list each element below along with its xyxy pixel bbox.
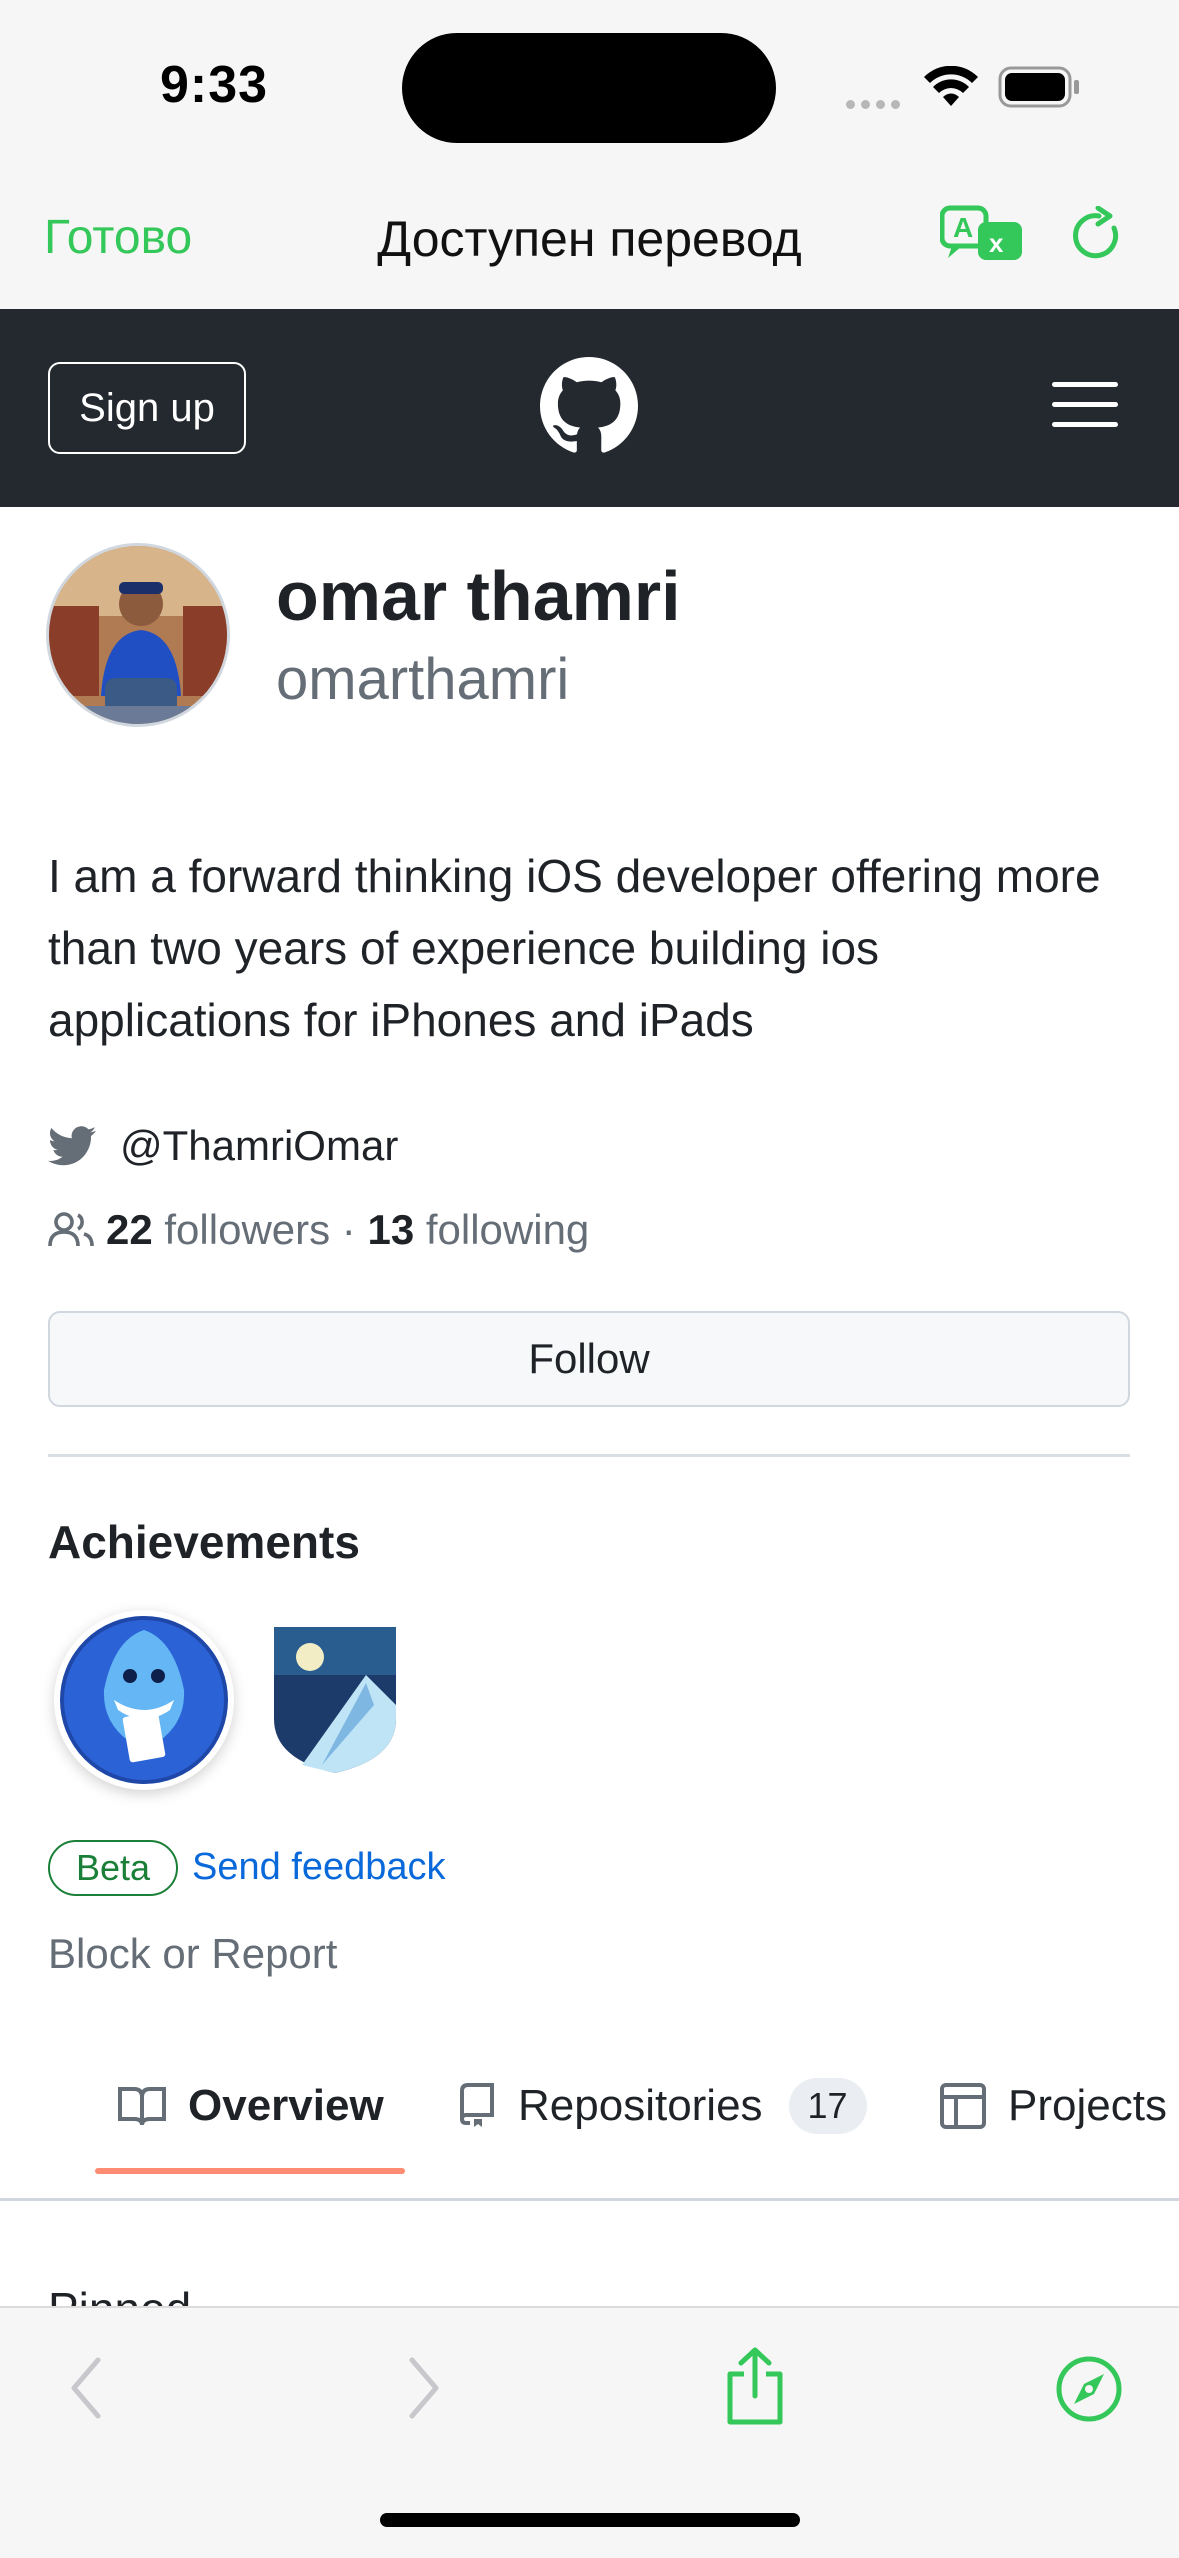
- following-label[interactable]: following: [426, 1206, 589, 1254]
- tab-overview[interactable]: Overview: [118, 2076, 384, 2136]
- avatar-photo: [49, 546, 227, 724]
- separator-dot: ·: [341, 1206, 356, 1253]
- following-count[interactable]: 13: [367, 1206, 414, 1254]
- tab-repositories[interactable]: Repositories 17: [456, 2076, 867, 2136]
- pull-shark-badge[interactable]: [54, 1610, 234, 1790]
- selected-tab-indicator: [95, 2168, 405, 2174]
- arctic-code-vault-badge[interactable]: [262, 1615, 408, 1785]
- status-time: 9:33: [160, 56, 269, 114]
- twitter-handle: @ThamriOmar: [120, 1122, 399, 1169]
- avatar: [46, 543, 230, 727]
- achievements-title: Achievements: [48, 1516, 360, 1568]
- followers-count[interactable]: 22: [106, 1206, 153, 1254]
- twitter-icon: [48, 1126, 96, 1166]
- twitter-row[interactable]: @ThamriOmar: [48, 1116, 398, 1176]
- pull-shark-icon: [60, 1616, 228, 1784]
- tabs-border: [0, 2198, 1179, 2201]
- compass-icon[interactable]: [1054, 2354, 1124, 2424]
- translate-icon[interactable]: A x: [940, 204, 1026, 266]
- sign-up-button[interactable]: Sign up: [48, 362, 246, 454]
- profile-name: omar thamri: [276, 557, 681, 635]
- tab-repositories-label: Repositories: [518, 2081, 763, 2130]
- block-or-report-link[interactable]: Block or Report: [48, 1930, 337, 1978]
- section-divider: [48, 1454, 1130, 1457]
- follow-button[interactable]: Follow: [48, 1311, 1130, 1407]
- svg-text:x: x: [989, 228, 1004, 258]
- profile-username: omarthamri: [276, 647, 570, 712]
- tab-overview-label: Overview: [188, 2081, 384, 2130]
- back-icon[interactable]: [66, 2356, 106, 2420]
- send-feedback-link[interactable]: Send feedback: [192, 1846, 446, 1889]
- beta-badge: Beta: [48, 1840, 178, 1896]
- reload-icon[interactable]: [1072, 206, 1126, 264]
- svg-text:A: A: [953, 212, 973, 243]
- share-icon[interactable]: [722, 2346, 788, 2428]
- battery-icon: [998, 66, 1079, 108]
- wifi-icon: [924, 66, 978, 106]
- menu-hamburger-icon[interactable]: [1052, 382, 1118, 428]
- home-indicator[interactable]: [380, 2513, 800, 2527]
- followers-label[interactable]: followers: [164, 1206, 330, 1254]
- repo-icon: [460, 2083, 494, 2127]
- repositories-count-badge: 17: [788, 2078, 867, 2134]
- tab-projects-label: Projects: [1008, 2081, 1167, 2130]
- table-icon: [940, 2083, 986, 2129]
- book-icon: [118, 2087, 166, 2126]
- followers-row: 22 followers · 13 following: [48, 1200, 589, 1260]
- people-icon: [48, 1212, 94, 1247]
- profile-bio: I am a forward thinking iOS developer of…: [48, 850, 1101, 1046]
- arctic-vault-icon: [268, 1621, 402, 1781]
- forward-icon[interactable]: [404, 2356, 444, 2420]
- github-logo-icon[interactable]: [540, 357, 638, 455]
- tab-projects[interactable]: Projects: [940, 2076, 1167, 2136]
- dynamic-island: [402, 33, 776, 143]
- cellular-signal-icon: [846, 96, 906, 114]
